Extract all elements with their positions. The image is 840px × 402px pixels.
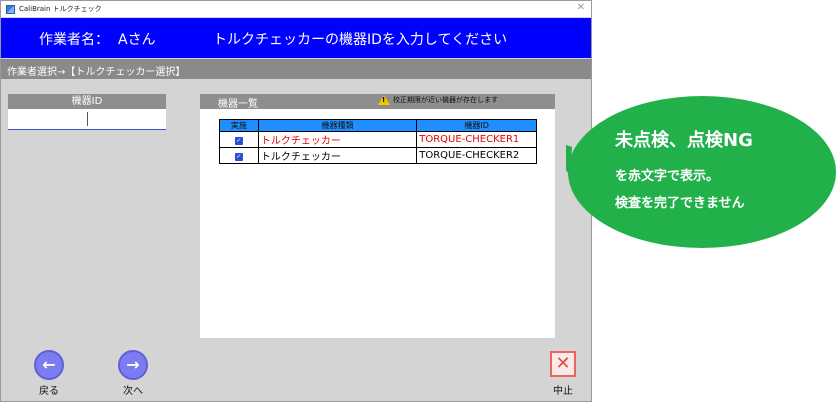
- table-row[interactable]: ✓ トルクチェッカー TORQUE-CHECKER2: [219, 147, 537, 164]
- worker-label: 作業者名：: [39, 32, 109, 48]
- stop-button[interactable]: ✕: [550, 351, 576, 377]
- app-window: CaliBrain トルクチェック ✕ 作業者名： Aさん トルクチェッカーの機…: [0, 0, 592, 402]
- equipment-list-header: 機器一覧 ! 校正期限が近い機器が存在します: [200, 94, 555, 110]
- column-header-performed: 実施: [219, 119, 259, 132]
- arrow-left-icon: ←: [42, 355, 56, 374]
- callout-line-2: を赤文字で表示。: [615, 169, 720, 184]
- back-button[interactable]: ←: [34, 350, 64, 380]
- row-checkbox-cell: ✓: [219, 131, 259, 148]
- stop-label: 中止: [553, 386, 573, 397]
- next-label: 次へ: [123, 386, 143, 397]
- checkbox[interactable]: ✓: [234, 137, 243, 145]
- row-id: TORQUE-CHECKER1: [416, 131, 537, 148]
- breadcrumb: 作業者選択→【トルクチェッカー選択】: [1, 59, 591, 79]
- calibration-warning-text: 校正期限が近い機器が存在します: [393, 96, 498, 104]
- equipment-list-panel: 機器一覧 ! 校正期限が近い機器が存在します 実施 機器種類 機器ID ✓ トル…: [200, 94, 555, 338]
- back-label: 戻る: [39, 386, 59, 397]
- header-bar: 作業者名： Aさん トルクチェッカーの機器IDを入力してください: [1, 18, 591, 58]
- app-icon: [6, 4, 15, 14]
- window-title: CaliBrain トルクチェック: [19, 5, 102, 13]
- row-id: TORQUE-CHECKER2: [416, 147, 537, 164]
- close-icon[interactable]: ✕: [577, 2, 585, 13]
- calibration-warning: ! 校正期限が近い機器が存在します: [378, 95, 498, 105]
- table-header-row: 実施 機器種類 機器ID: [219, 119, 537, 132]
- equipment-table: 実施 機器種類 機器ID ✓ トルクチェッカー TORQUE-CHECKER1 …: [219, 119, 537, 164]
- column-header-type: 機器種類: [257, 119, 418, 132]
- worker-name: Aさん: [118, 32, 156, 48]
- warning-icon: !: [378, 95, 390, 105]
- arrow-right-icon: →: [126, 355, 140, 374]
- equipment-list-title: 機器一覧: [218, 99, 258, 110]
- column-header-id: 機器ID: [416, 119, 537, 132]
- checkbox[interactable]: ✓: [234, 153, 243, 161]
- row-type: トルクチェッカー: [257, 131, 418, 148]
- next-button[interactable]: →: [118, 350, 148, 380]
- row-checkbox-cell: ✓: [219, 147, 259, 164]
- instruction-message: トルクチェッカーの機器IDを入力してください: [213, 32, 508, 48]
- table-row[interactable]: ✓ トルクチェッカー TORQUE-CHECKER1: [219, 131, 537, 148]
- title-bar: CaliBrain トルクチェック ✕: [1, 1, 591, 17]
- callout-line-1: 未点検、点検NG: [615, 130, 753, 151]
- row-type: トルクチェッカー: [257, 147, 418, 164]
- equipment-id-heading: 機器ID: [8, 94, 166, 109]
- close-x-icon: ✕: [555, 353, 571, 374]
- text-caret: [87, 112, 88, 126]
- callout-line-3: 検査を完了できません: [615, 196, 745, 211]
